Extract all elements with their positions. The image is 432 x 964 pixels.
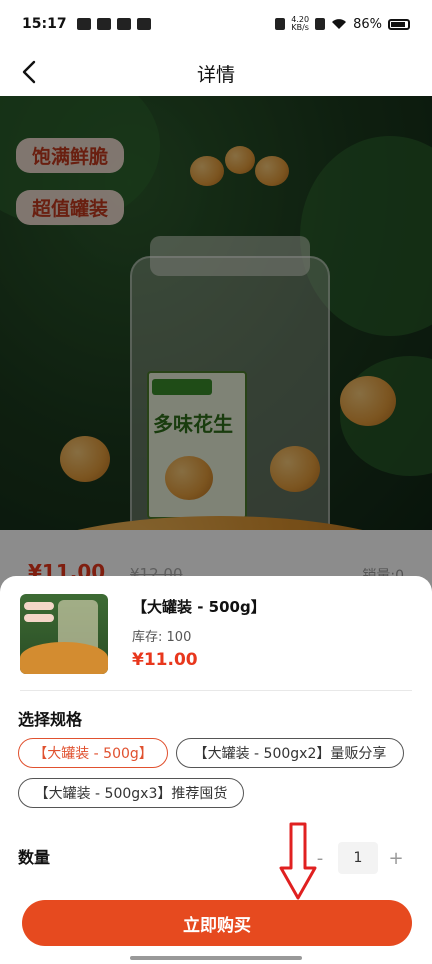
notification-icons	[76, 18, 151, 30]
vibrate-icon	[275, 18, 286, 30]
quantity-plus-button[interactable]: +	[384, 848, 408, 869]
notification-icon	[76, 18, 91, 30]
net-speed-unit: KB/s	[291, 23, 309, 32]
divider	[20, 690, 412, 691]
sku-selector-sheet: 【大罐装 - 500g】 库存: 100 ¥11.00 选择规格 【大罐装 - …	[0, 576, 432, 964]
sku-thumbnail	[20, 594, 108, 674]
thumb-peanut-pile	[20, 642, 108, 674]
home-indicator[interactable]	[130, 956, 302, 960]
thumb-tag	[24, 602, 54, 610]
wifi-icon	[332, 19, 347, 29]
selected-sku-name: 【大罐装 - 500g】	[132, 598, 266, 616]
wechat-icon	[96, 18, 111, 30]
stock-info: 库存: 100	[132, 626, 191, 645]
nav-bar: 详情	[0, 48, 432, 96]
buy-now-button[interactable]: 立即购买	[22, 900, 412, 946]
status-time: 15:17	[22, 16, 67, 32]
stock-value: 100	[166, 630, 192, 645]
no-sim-icon	[315, 18, 326, 30]
status-right: 4.20 KB/s 86%	[275, 16, 410, 32]
page-title: 详情	[196, 64, 235, 86]
quantity-title: 数量	[18, 848, 51, 867]
stock-label: 库存:	[132, 630, 163, 645]
spec-option[interactable]: 【大罐装 - 500gx2】量贩分享	[176, 738, 404, 768]
spec-option[interactable]: 【大罐装 - 500g】	[18, 738, 168, 768]
battery-text: 86%	[353, 16, 382, 32]
thumb-tag	[24, 614, 54, 622]
annotation-arrow-icon	[279, 822, 317, 900]
quantity-stepper: - 1 +	[308, 842, 408, 874]
crown-icon	[116, 18, 131, 30]
net-speed: 4.20 KB/s	[291, 16, 309, 32]
battery-icon	[388, 18, 410, 30]
spec-section-title: 选择规格	[18, 710, 83, 729]
selected-sku-price: ¥11.00	[132, 650, 198, 670]
shopping-icon	[136, 18, 151, 30]
status-bar: 15:17 4.20 KB/s 86%	[0, 0, 432, 48]
spec-option[interactable]: 【大罐装 - 500gx3】推荐囤货	[18, 778, 244, 808]
quantity-input[interactable]: 1	[338, 842, 378, 874]
